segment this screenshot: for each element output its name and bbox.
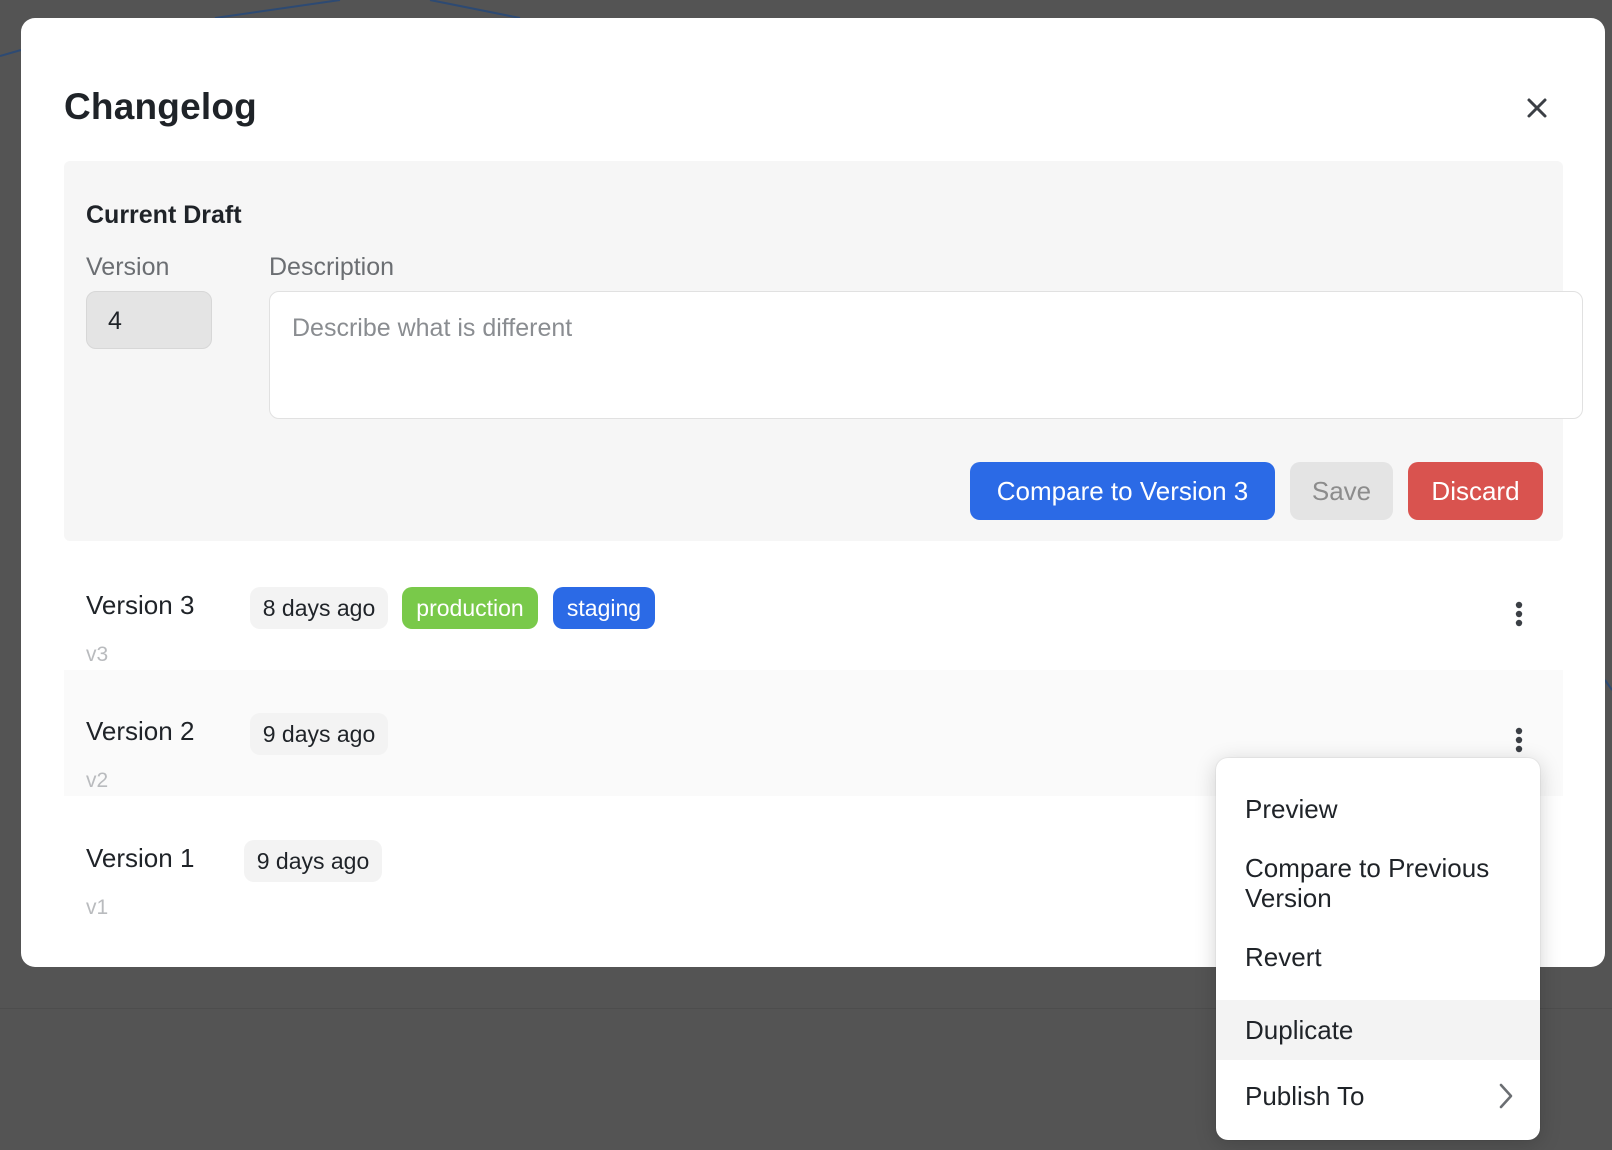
version-label: Version xyxy=(86,253,170,281)
close-button[interactable] xyxy=(1517,88,1557,128)
version-field[interactable]: 4 xyxy=(86,291,212,349)
chevron-right-icon xyxy=(1486,1066,1526,1126)
version-name: Version 1 xyxy=(86,843,195,873)
version-name: Version 2 xyxy=(86,716,195,746)
version-row[interactable]: Version 3 8 days ago production staging … xyxy=(64,543,1563,669)
menu-item-compare-previous[interactable]: Compare to Previous Version xyxy=(1216,846,1540,920)
version-menu-button[interactable] xyxy=(1504,594,1534,634)
version-short-id: v2 xyxy=(86,769,109,792)
version-age-badge: 8 days ago xyxy=(250,587,388,629)
draft-title: Current Draft xyxy=(86,201,242,229)
description-field[interactable]: Describe what is different xyxy=(269,291,1583,419)
version-age-badge: 9 days ago xyxy=(250,713,388,755)
menu-item-preview[interactable]: Preview xyxy=(1216,778,1540,840)
compare-to-version-button[interactable]: Compare to Version 3 xyxy=(970,462,1275,520)
current-draft-panel: Current Draft Version Description 4 Desc… xyxy=(64,161,1583,541)
tag-staging[interactable]: staging xyxy=(553,587,655,629)
version-name: Version 3 xyxy=(86,590,195,620)
discard-button[interactable]: Discard xyxy=(1408,462,1543,520)
menu-item-revert[interactable]: Revert xyxy=(1216,926,1540,988)
close-icon xyxy=(1527,98,1547,118)
modal-title: Changelog xyxy=(64,86,257,127)
version-age-badge: 9 days ago xyxy=(244,840,382,882)
version-context-menu: Preview Compare to Previous Version Reve… xyxy=(1216,758,1540,1140)
kebab-menu-icon xyxy=(1515,601,1523,627)
version-short-id: v3 xyxy=(86,643,109,666)
description-label: Description xyxy=(269,253,395,281)
kebab-menu-icon xyxy=(1515,727,1523,753)
menu-item-publish-to[interactable]: Publish To xyxy=(1216,1066,1540,1126)
version-menu-button[interactable] xyxy=(1504,720,1534,760)
tag-production[interactable]: production xyxy=(402,587,538,629)
save-button[interactable]: Save xyxy=(1290,462,1393,520)
menu-item-label: Publish To xyxy=(1245,1081,1365,1111)
menu-item-duplicate[interactable]: Duplicate xyxy=(1216,1000,1540,1060)
version-short-id: v1 xyxy=(86,896,109,919)
